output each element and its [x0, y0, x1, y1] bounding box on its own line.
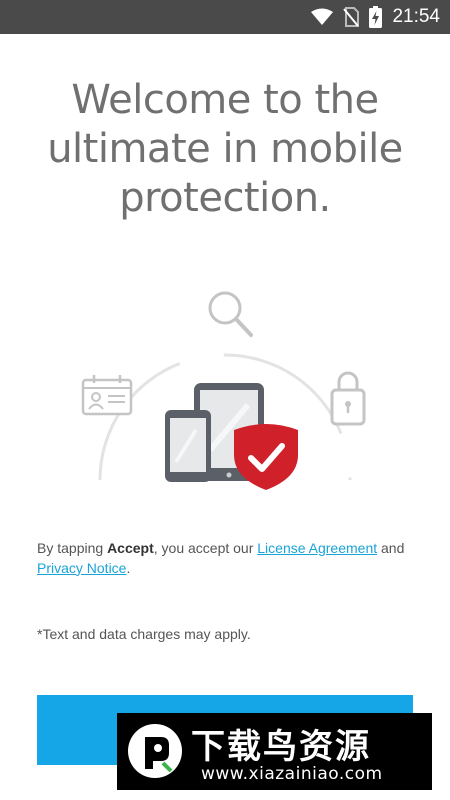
- device-protection-illustration: [81, 291, 366, 490]
- legal-accept-word: Accept: [107, 540, 154, 556]
- lock-icon: [330, 371, 366, 426]
- charges-note: *Text and data charges may apply.: [37, 626, 251, 642]
- legal-text: By tapping Accept, you accept our Licens…: [37, 539, 417, 578]
- id-card-icon: [81, 375, 133, 416]
- battery-charging-icon: [369, 6, 383, 28]
- watermark-url: www.xiazainiao.com: [201, 764, 383, 784]
- watermark-title: 下载鸟资源: [191, 727, 371, 767]
- wifi-icon: [311, 8, 334, 25]
- watermark-banner: 下载鸟资源 www.xiazainiao.com: [117, 713, 432, 790]
- legal-middle: , you accept our: [153, 540, 258, 556]
- legal-end: .: [126, 559, 131, 576]
- privacy-notice-link[interactable]: Privacy Notice: [37, 560, 126, 576]
- phone-icon: [165, 410, 211, 482]
- welcome-title: Welcome to the ultimate in mobile protec…: [47, 77, 403, 221]
- bird-logo-icon: [128, 724, 182, 778]
- legal-and: and: [377, 540, 405, 556]
- no-sim-icon: [343, 7, 360, 27]
- license-agreement-link[interactable]: License Agreement: [257, 540, 377, 556]
- status-bar: 21:54: [0, 0, 450, 34]
- legal-prefix: By tapping: [37, 540, 108, 556]
- status-time: 21:54: [392, 6, 440, 27]
- search-icon: [208, 291, 253, 337]
